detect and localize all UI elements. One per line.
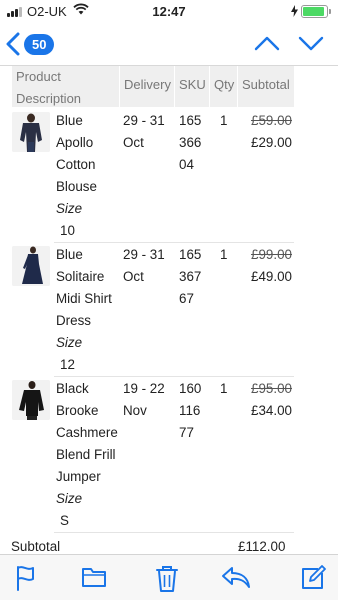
- reply-icon[interactable]: [221, 565, 251, 589]
- subtotal-cell: £95.00 £34.00: [238, 378, 292, 422]
- delivery-dates: 29 - 31: [123, 247, 165, 262]
- delivery-cell: 29 - 31 Oct: [123, 110, 165, 154]
- subtotal-cell: £99.00 £49.00: [238, 244, 292, 288]
- sale-price: £34.00: [251, 403, 292, 418]
- product-name-line: Blend Frill: [56, 447, 116, 462]
- product-name-line: Cashmere: [56, 425, 118, 440]
- header-product-line: Product: [16, 69, 61, 84]
- product-name-line: Blouse: [56, 179, 97, 194]
- header-product-description: Product Description: [12, 66, 119, 107]
- sku-cell: 165 366 04: [179, 110, 201, 176]
- product-name-line: Solitaire: [56, 269, 105, 284]
- sku-part: 165: [179, 113, 202, 128]
- bottom-toolbar: [0, 554, 338, 600]
- row-divider: [54, 532, 294, 533]
- order-subtotal-value: £112.00: [238, 539, 286, 554]
- flag-icon[interactable]: [14, 565, 38, 591]
- dress-image[interactable]: [12, 246, 50, 286]
- delivery-dates: 19 - 22: [123, 381, 165, 396]
- sku-part: 77: [179, 425, 194, 440]
- sku-part: 165: [179, 247, 202, 262]
- delivery-dates: 29 - 31: [123, 113, 165, 128]
- size-value: 10: [60, 223, 75, 238]
- sale-price: £49.00: [251, 269, 292, 284]
- header-description-line: Description: [16, 91, 82, 106]
- qty-cell: 1: [220, 247, 228, 262]
- delivery-cell: 29 - 31 Oct: [123, 244, 165, 288]
- header-delivery: Delivery: [120, 66, 174, 107]
- size-value: S: [60, 513, 69, 528]
- product-name-line: Dress: [56, 313, 91, 328]
- product-name-line: Cotton: [56, 157, 96, 172]
- header-qty: Qty: [210, 66, 237, 107]
- previous-message-button[interactable]: [254, 34, 280, 52]
- mail-nav-bar: 50: [0, 24, 338, 66]
- product-name-line: Blue: [56, 113, 83, 128]
- header-subtotal: Subtotal: [238, 66, 294, 107]
- qty-cell: 1: [220, 381, 228, 396]
- size-label: Size: [56, 335, 83, 350]
- qty-cell: 1: [220, 113, 228, 128]
- next-message-button[interactable]: [298, 34, 324, 52]
- sku-part: 366: [179, 135, 202, 150]
- product-name-line: Blue: [56, 247, 83, 262]
- folder-icon[interactable]: [81, 565, 107, 589]
- product-name-line: Black: [56, 381, 89, 396]
- product-name-line: Midi Shirt: [56, 291, 112, 306]
- table-row: Black Brooke Cashmere Blend Frill Jumper…: [56, 378, 118, 532]
- delivery-month: Oct: [123, 135, 144, 150]
- order-table: Product Description Delivery SKU Qty Sub…: [0, 66, 338, 554]
- row-divider: [54, 242, 294, 243]
- chevron-left-icon: [6, 32, 20, 56]
- unread-count-badge: 50: [24, 33, 55, 55]
- charging-icon: [291, 5, 298, 17]
- compose-icon[interactable]: [300, 565, 326, 591]
- blouse-image[interactable]: [12, 112, 50, 152]
- table-row: Blue Apollo Cotton Blouse Size 10: [56, 110, 97, 242]
- subtotal-cell: £59.00 £29.00: [238, 110, 292, 154]
- status-bar: O2-UK 12:47: [0, 0, 338, 24]
- trash-icon[interactable]: [155, 565, 179, 593]
- order-subtotal-label: Subtotal: [11, 539, 61, 554]
- original-price: £95.00: [251, 381, 292, 396]
- back-button[interactable]: 50: [6, 32, 55, 56]
- original-price: £99.00: [251, 247, 292, 262]
- sku-part: 04: [179, 157, 194, 172]
- product-name-line: Brooke: [56, 403, 99, 418]
- jumper-image[interactable]: [12, 380, 50, 420]
- product-name-line: Apollo: [56, 135, 94, 150]
- size-value: 12: [60, 357, 75, 372]
- sku-cell: 160 116 77: [179, 378, 201, 444]
- sku-part: 160: [179, 381, 202, 396]
- size-label: Size: [56, 491, 83, 506]
- original-price: £59.00: [251, 113, 292, 128]
- sku-cell: 165 367 67: [179, 244, 201, 310]
- sku-part: 67: [179, 291, 194, 306]
- battery-level: [303, 7, 325, 16]
- delivery-month: Oct: [123, 269, 144, 284]
- clock: 12:47: [152, 4, 186, 19]
- header-sku: SKU: [175, 66, 209, 107]
- delivery-month: Nov: [123, 403, 147, 418]
- sale-price: £29.00: [251, 135, 292, 150]
- delivery-cell: 19 - 22 Nov: [123, 378, 165, 422]
- battery-icon: [301, 5, 331, 18]
- product-name-line: Jumper: [56, 469, 101, 484]
- sku-part: 367: [179, 269, 202, 284]
- row-divider: [54, 376, 294, 377]
- sku-part: 116: [179, 403, 201, 418]
- size-label: Size: [56, 201, 83, 216]
- table-row: Blue Solitaire Midi Shirt Dress Size 12: [56, 244, 112, 376]
